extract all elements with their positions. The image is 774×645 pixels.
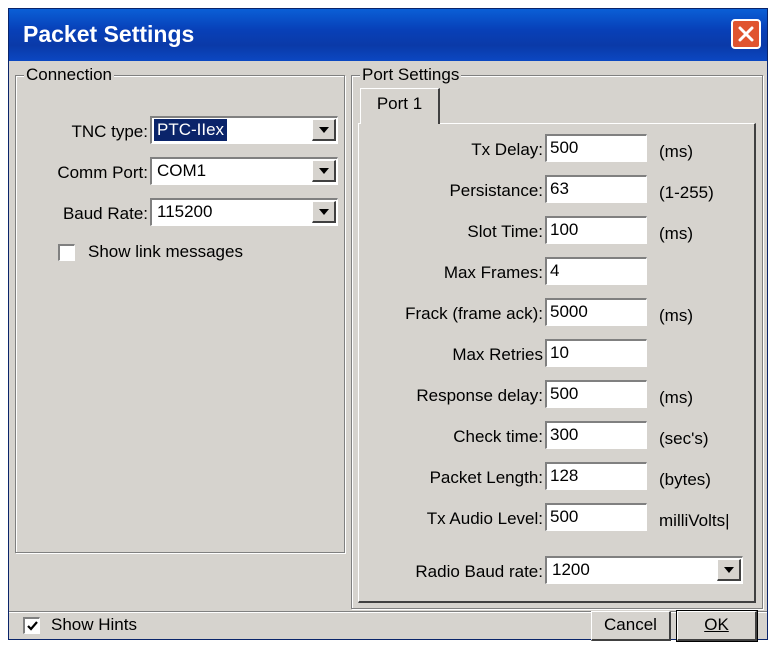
baud-rate-dropdown-button[interactable] <box>312 201 336 223</box>
field-input[interactable]: 10 <box>545 339 647 367</box>
tab-port-1-label: Port 1 <box>376 94 423 113</box>
field-unit: (1-255) <box>659 183 714 202</box>
connection-legend: Connection <box>24 65 115 85</box>
packet-settings-dialog: Packet Settings Connection TNC type: PTC… <box>8 8 768 642</box>
ok-button-label: OK <box>704 615 729 634</box>
tab-port-1[interactable]: Port 1 <box>360 88 440 124</box>
dialog-content: Connection TNC type: PTC-IIex Comm Port:… <box>9 61 767 642</box>
port-settings-legend: Port Settings <box>360 65 462 85</box>
show-hints-checkbox[interactable] <box>23 617 40 634</box>
field-unit: (sec's) <box>659 429 709 448</box>
close-button[interactable] <box>731 19 761 49</box>
field-input[interactable]: 500 <box>545 380 647 408</box>
tnc-type-dropdown-button[interactable] <box>312 119 336 141</box>
checkmark-icon <box>27 621 38 631</box>
tnc-type-label: TNC type: <box>71 122 148 141</box>
field-input[interactable]: 100 <box>545 216 647 244</box>
field-input[interactable]: 300 <box>545 421 647 449</box>
field-unit: (ms) <box>659 142 693 161</box>
field-label: Max Frames: <box>443 263 543 282</box>
port-settings-groupbox: Port Settings Port 1 Tx Delay: 500 (ms) Per… <box>351 65 763 609</box>
field-input[interactable]: 5000 <box>545 298 647 326</box>
field-unit: (ms) <box>659 224 693 243</box>
comm-port-label: Comm Port: <box>57 163 148 182</box>
field-input[interactable]: 128 <box>545 462 647 490</box>
field-label: Check time: <box>453 427 543 446</box>
comm-port-dropdown-button[interactable] <box>312 160 336 182</box>
tnc-type-select[interactable]: PTC-IIex <box>150 116 338 144</box>
show-link-messages-checkbox[interactable] <box>58 244 75 261</box>
field-input[interactable]: 4 <box>545 257 647 285</box>
field-unit: milliVolts| <box>659 511 730 530</box>
field-input[interactable]: 500 <box>545 503 647 531</box>
chevron-down-icon <box>319 168 329 174</box>
show-link-messages-label: Show link messages <box>88 242 243 261</box>
window-title: Packet Settings <box>23 21 195 47</box>
port-1-panel: Tx Delay: 500 (ms) Persistance: 63 (1-255) Slo… <box>358 123 756 603</box>
field-unit: (bytes) <box>659 470 711 489</box>
chevron-down-icon <box>319 127 329 133</box>
radio-baud-rate-label: Radio Baud rate: <box>415 562 543 581</box>
field-label: Persistance: <box>449 181 543 200</box>
field-input[interactable]: 500 <box>545 134 647 162</box>
cancel-button-label: Cancel <box>604 615 657 634</box>
radio-baud-rate-dropdown-button[interactable] <box>717 559 741 581</box>
baud-rate-select[interactable]: 115200 <box>150 198 338 226</box>
field-input[interactable]: 63 <box>545 175 647 203</box>
field-label: Tx Audio Level: <box>426 509 543 528</box>
baud-rate-value: 115200 <box>157 202 213 221</box>
baud-rate-label: Baud Rate: <box>62 204 148 223</box>
close-icon <box>738 26 754 42</box>
field-unit: (ms) <box>659 388 693 407</box>
field-label: Response delay: <box>416 386 543 405</box>
tnc-type-value: PTC-IIex <box>152 118 229 142</box>
field-label: Packet Length: <box>429 468 543 487</box>
title-bar[interactable]: Packet Settings <box>9 9 767 61</box>
ok-button[interactable]: OK <box>676 610 758 642</box>
connection-groupbox: Connection TNC type: PTC-IIex Comm Port:… <box>15 65 345 553</box>
chevron-down-icon <box>319 209 329 215</box>
radio-baud-rate-value: 1200 <box>552 560 590 579</box>
radio-baud-rate-select[interactable]: 1200 <box>545 556 743 584</box>
field-label: Max Retries <box>452 345 543 364</box>
comm-port-value: COM1 <box>157 161 207 180</box>
chevron-down-icon <box>724 567 734 573</box>
cancel-button[interactable]: Cancel <box>591 611 671 641</box>
show-hints-label: Show Hints <box>51 615 137 634</box>
field-label: Tx Delay: <box>471 140 543 159</box>
comm-port-select[interactable]: COM1 <box>150 157 338 185</box>
field-label: Slot Time: <box>467 222 543 241</box>
field-label: Frack (frame ack): <box>405 304 543 323</box>
field-unit: (ms) <box>659 306 693 325</box>
